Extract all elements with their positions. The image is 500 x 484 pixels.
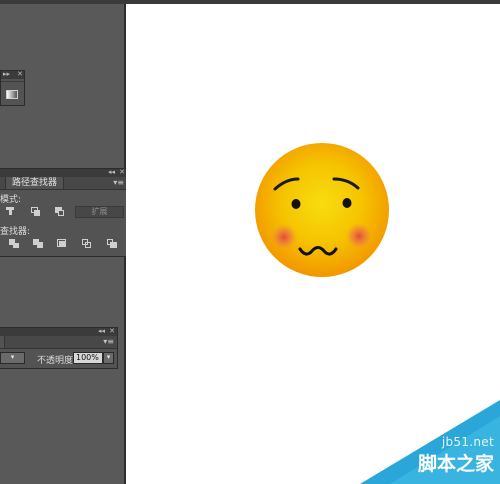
left-eye [291, 199, 301, 209]
panel-title-bar[interactable]: ▸▸ ✕ [1, 70, 24, 79]
right-blush [345, 222, 373, 250]
collapse-icon[interactable]: ◂◂ [108, 168, 115, 177]
merge-icon[interactable] [57, 239, 67, 248]
collapse-icon[interactable]: ◂◂ [98, 327, 105, 336]
gradient-panel: ▸▸ ✕ [0, 70, 25, 106]
close-icon[interactable]: ✕ [17, 70, 23, 79]
right-eye [342, 198, 352, 208]
intersect-icon[interactable] [31, 207, 41, 216]
panel-divider [1, 81, 24, 82]
transparency-panel: ◂◂ ✕ ▾≡ ▾ 不透明度 100% ▾ [0, 327, 118, 369]
pathfinder-panel: ◂◂ ✕ 路径查找器 ▾≡ 模式: 扩展 查找器: [0, 168, 128, 257]
divide-icon[interactable] [9, 239, 19, 248]
left-blush [270, 223, 298, 251]
panel-tab-row: 路径查找器 ▾≡ [0, 177, 127, 190]
tab-transparency[interactable] [0, 336, 5, 348]
panel-title-bar[interactable]: ◂◂ ✕ [0, 168, 127, 177]
watermark-banner: jb51.net 脚本之家 [360, 400, 500, 484]
emoji-face[interactable] [255, 143, 389, 277]
opacity-dropdown[interactable]: ▾ [103, 352, 114, 364]
tab-pathfinder[interactable]: 路径查找器 [6, 177, 65, 189]
panel-title-bar[interactable]: ◂◂ ✕ [0, 327, 117, 336]
minus-back-icon[interactable] [107, 239, 117, 248]
close-icon[interactable]: ✕ [119, 168, 125, 177]
crop-icon[interactable] [82, 239, 92, 248]
expand-button[interactable]: 扩展 [75, 206, 124, 218]
panel-menu-icon[interactable]: ▾≡ [113, 178, 124, 188]
opacity-label: 不透明度 [37, 356, 74, 366]
blend-mode-dropdown[interactable]: ▾ [0, 352, 25, 364]
exclude-icon[interactable] [55, 207, 65, 216]
tab-pathfinder-label: 路径查找器 [12, 178, 58, 188]
trim-icon[interactable] [33, 239, 43, 248]
expand-button-label: 扩展 [91, 207, 108, 216]
minus-front-icon[interactable] [6, 207, 16, 216]
watermark-site-text: jb51.net [441, 435, 494, 449]
gradient-swatch-icon[interactable] [6, 90, 18, 99]
panel-menu-icon[interactable]: ▾≡ [103, 337, 114, 347]
opacity-input[interactable]: 100% [73, 352, 103, 364]
collapse-icon[interactable]: ▸▸ [3, 70, 10, 79]
shape-modes-label: 模式: [0, 195, 22, 205]
panel-tab-row: ▾≡ [0, 336, 117, 349]
pathfinders-label: 查找器: [0, 227, 31, 237]
watermark-brand-text: 脚本之家 [417, 453, 494, 475]
close-icon[interactable]: ✕ [109, 327, 115, 336]
